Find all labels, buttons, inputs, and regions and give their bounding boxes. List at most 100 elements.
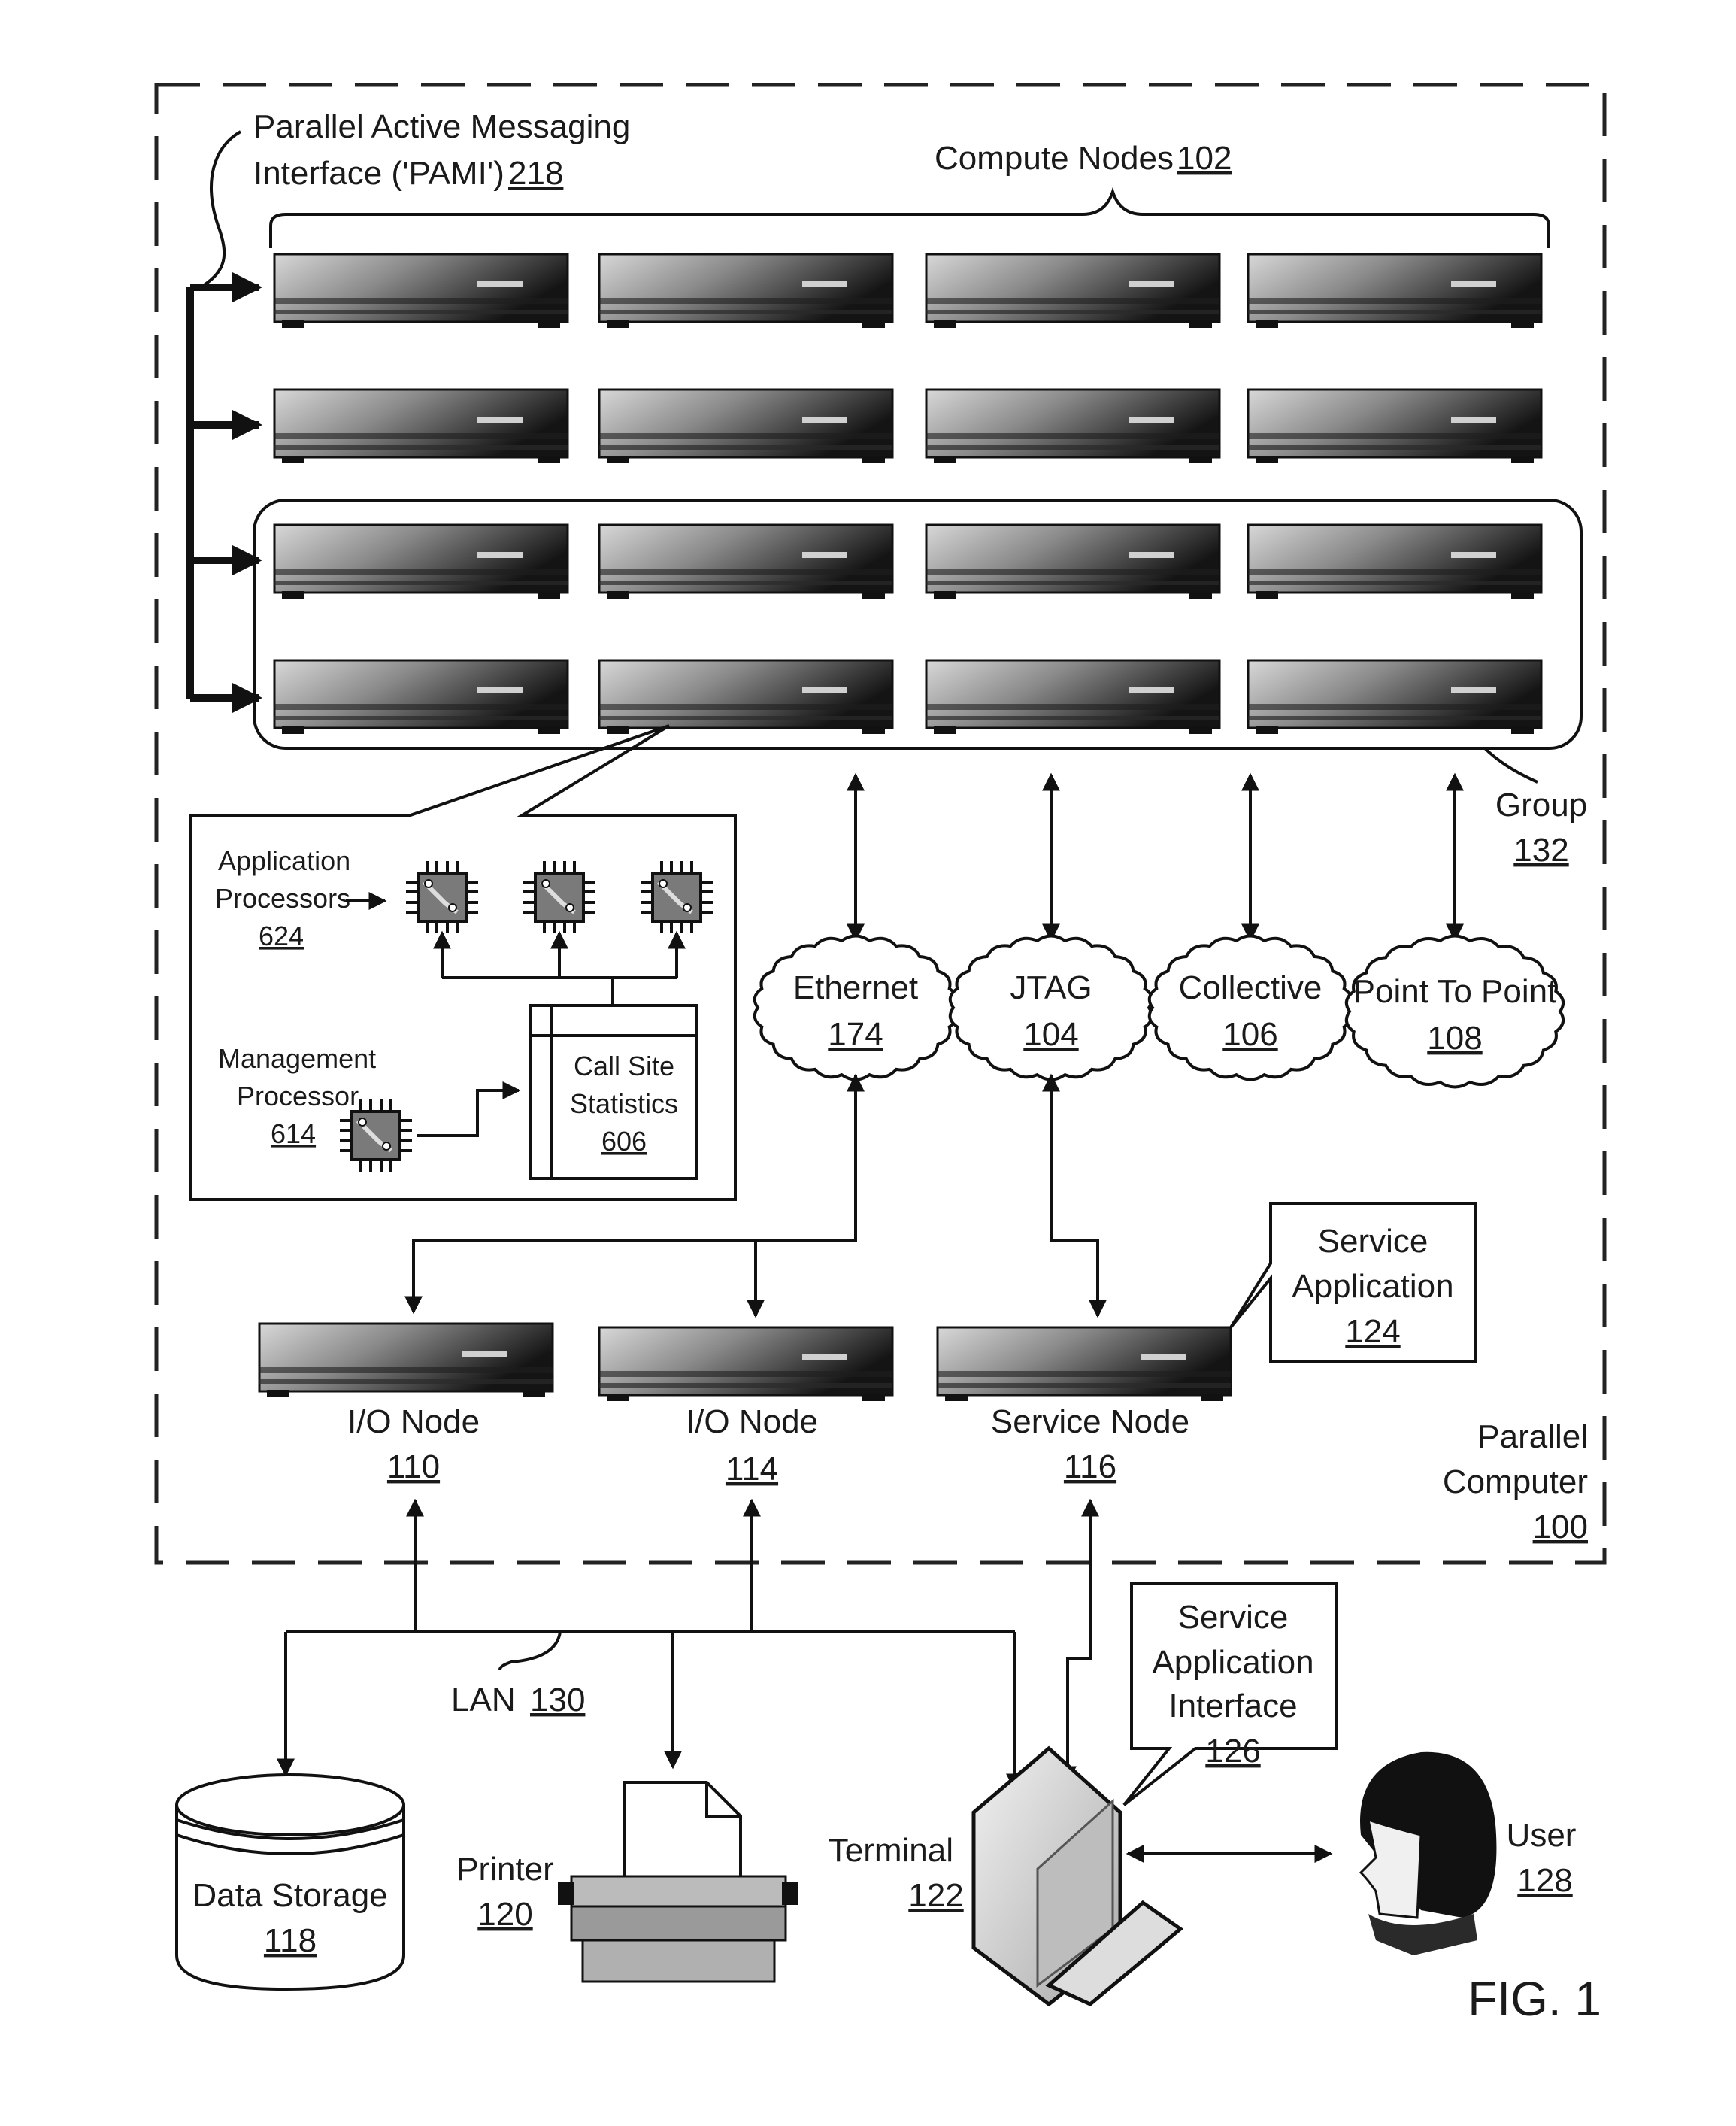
svg-text:Statistics: Statistics — [570, 1088, 678, 1119]
svg-text:126: 126 — [1205, 1733, 1260, 1770]
network-links — [847, 772, 1464, 942]
figure-label: FIG. 1 — [1468, 1972, 1601, 2026]
io-node-110: I/O Node 110 — [258, 1322, 554, 1485]
compute-node-icon — [1247, 523, 1543, 600]
svg-text:124: 124 — [1345, 1313, 1400, 1350]
svg-text:114: 114 — [726, 1451, 778, 1488]
compute-node-icon — [598, 388, 894, 465]
application-processor-chip-icon — [641, 861, 713, 933]
svg-text:Processor: Processor — [237, 1081, 359, 1112]
pami-line2: Interface ('PAMI') — [253, 155, 504, 192]
svg-text:Application: Application — [1292, 1268, 1453, 1305]
service-application-interface-callout: Service Application Interface 126 — [1122, 1582, 1338, 1806]
compute-node-icon — [273, 253, 569, 329]
svg-text:218: 218 — [508, 155, 563, 192]
svg-text:Parallel: Parallel — [1477, 1418, 1588, 1455]
printer-120: Printer 120 — [456, 1781, 798, 1983]
compute-node-icon — [273, 388, 569, 465]
svg-text:132: 132 — [1513, 832, 1568, 869]
compute-node-icon — [598, 253, 894, 329]
svg-text:Management: Management — [218, 1043, 376, 1074]
compute-node-icon — [273, 523, 569, 600]
network-clouds: Ethernet 174 JTAG 104 Collective 106 Point To … — [753, 934, 1565, 1089]
compute-node-icon — [598, 523, 894, 600]
network-ref: 104 — [1023, 1016, 1078, 1053]
cloud-shape — [1344, 934, 1565, 1089]
compute-node-icon — [273, 659, 569, 735]
group-label: Group 132 — [1483, 747, 1587, 869]
svg-text:Processors: Processors — [215, 883, 350, 914]
svg-text:Computer: Computer — [1443, 1463, 1588, 1500]
svg-text:614: 614 — [271, 1118, 316, 1149]
svg-text:I/O Node: I/O Node — [686, 1403, 818, 1440]
svg-text:Compute Nodes: Compute Nodes — [935, 140, 1174, 177]
network-ref: 108 — [1427, 1020, 1482, 1057]
io-node-icon — [598, 1326, 894, 1403]
cloud-shape — [948, 934, 1154, 1081]
svg-text:116: 116 — [1064, 1448, 1116, 1485]
svg-text:102: 102 — [1177, 140, 1232, 177]
svg-text:Parallel Active Messaging: Parallel Active Messaging — [253, 108, 630, 145]
svg-text:120: 120 — [477, 1896, 532, 1933]
svg-text:Data Storage: Data Storage — [192, 1877, 387, 1914]
network-ref: 106 — [1222, 1016, 1277, 1053]
network-cloud-point-to-point: Point To Point 108 — [1344, 934, 1565, 1089]
svg-text:118: 118 — [264, 1922, 317, 1959]
ethernet-io-links — [404, 1073, 1107, 1318]
compute-node-icon — [1247, 388, 1543, 465]
svg-text:606: 606 — [601, 1126, 647, 1157]
svg-text:Group: Group — [1495, 787, 1587, 823]
compute-node-icon — [925, 523, 1221, 600]
compute-node-icon — [1247, 659, 1543, 735]
application-processor-chip-icon — [523, 861, 595, 933]
svg-text:Service: Service — [1318, 1223, 1428, 1260]
compute-node-icon — [925, 388, 1221, 465]
user-128: User 128 — [1359, 1751, 1577, 1955]
cloud-shape — [1147, 934, 1353, 1081]
svg-text:Call Site: Call Site — [574, 1051, 674, 1081]
svg-text:Printer: Printer — [456, 1851, 554, 1888]
management-processor-chip-icon — [340, 1099, 412, 1172]
service-node-icon — [936, 1326, 1232, 1403]
svg-text:100: 100 — [1533, 1509, 1588, 1545]
application-processor-chip-icon — [406, 861, 478, 933]
network-name: Point To Point — [1353, 973, 1557, 1010]
svg-text:User: User — [1507, 1817, 1577, 1854]
svg-text:110: 110 — [387, 1448, 440, 1485]
network-cloud-jtag: JTAG 104 — [948, 934, 1154, 1081]
svg-text:128: 128 — [1517, 1862, 1572, 1899]
cloud-shape — [753, 934, 959, 1081]
parallel-computer-label: Parallel Computer 100 — [1443, 1418, 1588, 1545]
parallel-computer-diagram: Parallel Computer 100 Parallel Active Me… — [154, 83, 1607, 2026]
network-cloud-ethernet: Ethernet 174 — [753, 934, 959, 1081]
io-node-114: I/O Node 114 — [598, 1326, 894, 1488]
network-name: JTAG — [1010, 969, 1092, 1006]
compute-node-icon — [598, 659, 894, 735]
data-storage-118: Data Storage 118 — [175, 1773, 405, 1991]
network-name: Ethernet — [793, 969, 918, 1006]
svg-text:Service: Service — [1178, 1599, 1289, 1636]
svg-text:122: 122 — [908, 1877, 963, 1914]
svg-text:LAN: LAN — [451, 1682, 516, 1718]
service-application-callout: Service Application 124 — [1229, 1202, 1477, 1363]
network-cloud-collective: Collective 106 — [1147, 934, 1353, 1081]
svg-text:Service Node: Service Node — [991, 1403, 1189, 1440]
lan-130: LAN 130 — [277, 1498, 1099, 1792]
pami-bus — [186, 272, 262, 713]
svg-text:I/O Node: I/O Node — [347, 1403, 480, 1440]
compute-node-icon — [925, 659, 1221, 735]
compute-node-detail-inset: Application Processors 624 Management Pr… — [189, 724, 737, 1201]
compute-node-icon — [1247, 253, 1543, 329]
svg-text:Application: Application — [1152, 1644, 1313, 1681]
network-name: Collective — [1179, 969, 1322, 1006]
network-ref: 174 — [828, 1016, 883, 1053]
svg-text:Interface: Interface — [1168, 1688, 1297, 1724]
svg-text:Application: Application — [218, 845, 350, 876]
compute-node-icon — [925, 253, 1221, 329]
svg-text:624: 624 — [259, 920, 304, 951]
terminal-122: Terminal 122 — [829, 1745, 1184, 2007]
svg-text:Terminal: Terminal — [829, 1832, 953, 1869]
service-node-116: Service Node 116 — [936, 1326, 1232, 1485]
svg-text:130: 130 — [530, 1682, 585, 1718]
io-node-icon — [258, 1322, 554, 1399]
